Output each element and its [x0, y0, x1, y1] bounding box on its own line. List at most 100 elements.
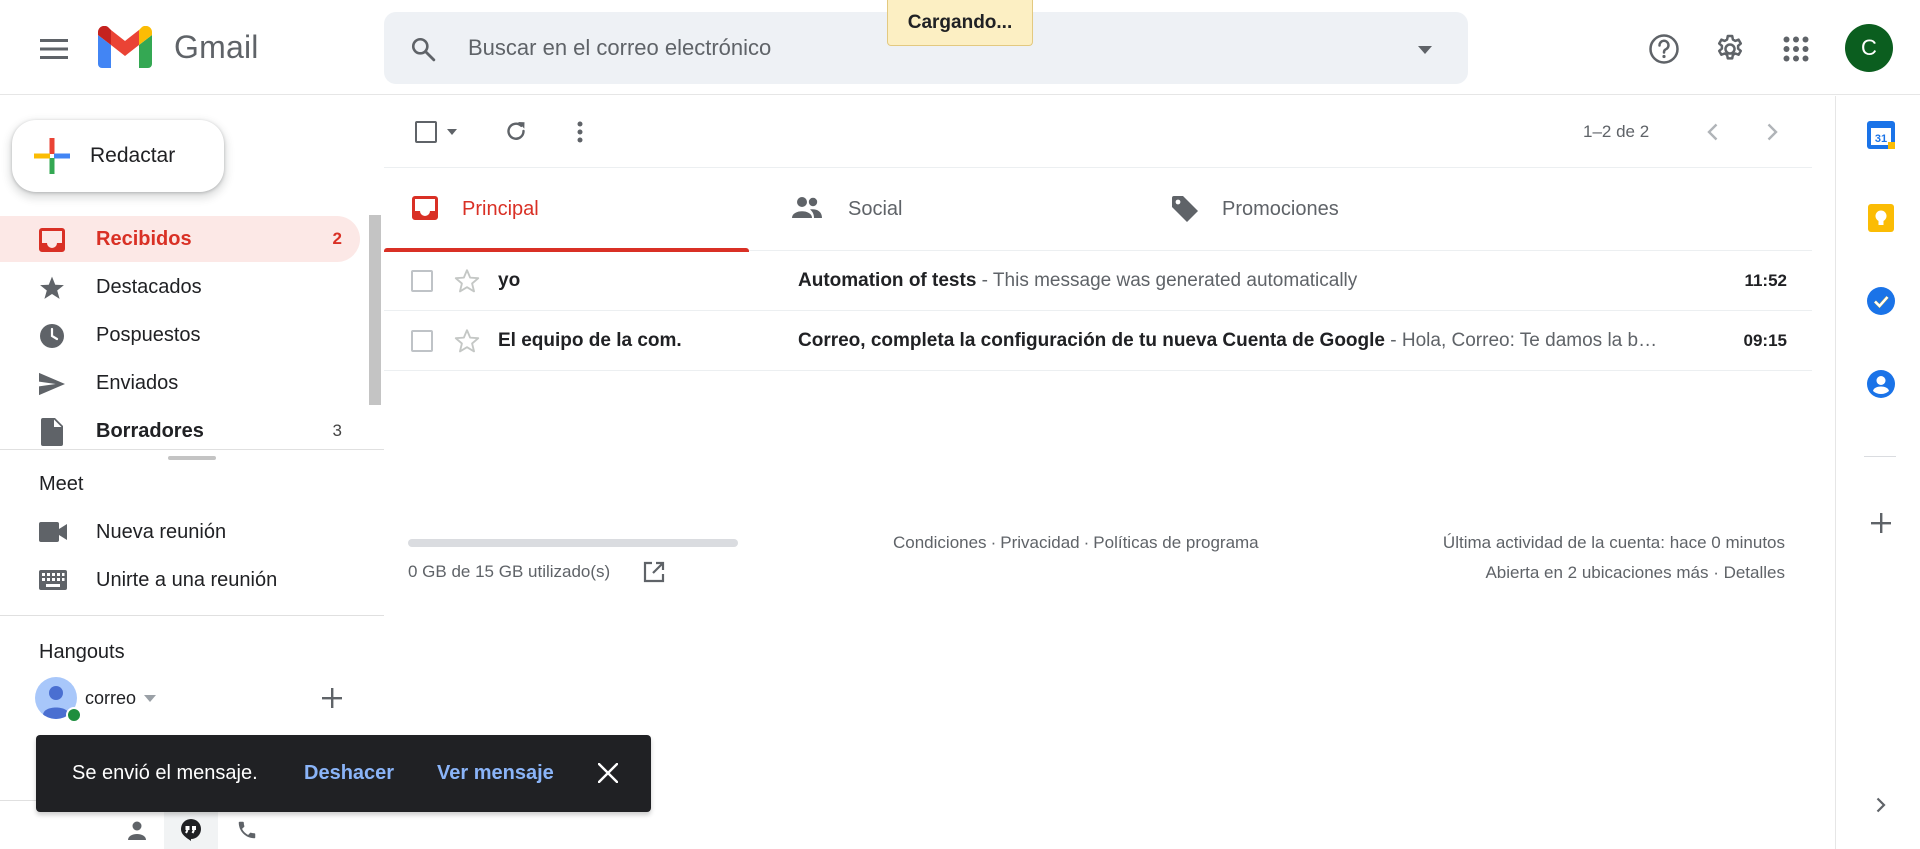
- help-button[interactable]: [1640, 25, 1688, 73]
- terms-link[interactable]: Condiciones: [893, 533, 987, 552]
- clock-icon: [39, 323, 65, 349]
- tag-icon: [1172, 196, 1198, 222]
- contacts-tab[interactable]: [110, 809, 164, 849]
- chevron-right-icon: [1767, 123, 1778, 141]
- refresh-icon: [507, 122, 525, 140]
- email-snippet: - This message was generated automatical…: [976, 269, 1358, 291]
- inbox-icon: [412, 196, 438, 220]
- account-activity-details-link[interactable]: Abierta en 2 ubicaciones más · Detalles: [1485, 563, 1785, 583]
- meet-item-label: Unirte a una reunión: [96, 568, 278, 591]
- select-all-checkbox[interactable]: [410, 112, 462, 152]
- hangouts-user[interactable]: correo: [35, 677, 157, 719]
- email-time: 09:15: [1743, 330, 1787, 350]
- undo-button[interactable]: Deshacer: [304, 762, 394, 785]
- sidebar-scrollbar[interactable]: [369, 215, 381, 405]
- calendar-app-button[interactable]: 31: [1866, 120, 1896, 150]
- star-outline-icon[interactable]: [454, 268, 480, 294]
- resize-handle[interactable]: [168, 456, 216, 460]
- close-icon: [598, 763, 618, 783]
- search-icon[interactable]: [410, 36, 436, 62]
- email-row[interactable]: El equipo de la com. Correo, completa la…: [384, 311, 1812, 371]
- tab-social[interactable]: Social: [764, 168, 1129, 251]
- pagination-status: 1–2 de 2: [1583, 122, 1650, 141]
- more-vertical-icon: [577, 121, 583, 143]
- email-select-checkbox[interactable]: [411, 270, 433, 292]
- sidebar-item-starred[interactable]: Destacados: [0, 264, 360, 310]
- newer-page-button[interactable]: [1692, 112, 1732, 152]
- email-row[interactable]: yo Automation of tests - This message wa…: [384, 251, 1812, 311]
- hangouts-user-name: correo: [85, 687, 137, 708]
- meet-section-title: Meet: [39, 473, 84, 495]
- storage-usage: 0 GB de 15 GB utilizado(s): [408, 562, 611, 581]
- main-menu-button[interactable]: [30, 25, 78, 73]
- refresh-button[interactable]: [496, 112, 536, 152]
- tab-principal[interactable]: Principal: [384, 168, 749, 252]
- last-account-activity: Última actividad de la cuenta: hace 0 mi…: [1442, 533, 1785, 552]
- privacy-link[interactable]: Privacidad: [1000, 533, 1079, 552]
- storage-progress-bar: [408, 539, 738, 547]
- sidebar-item-label: Borradores: [96, 419, 204, 442]
- section-divider: [0, 615, 384, 616]
- view-message-button[interactable]: Ver mensaje: [437, 762, 554, 785]
- tasks-app-button[interactable]: [1866, 286, 1896, 316]
- get-addons-button[interactable]: [1866, 508, 1896, 538]
- keep-bulb-icon: [1868, 204, 1894, 232]
- email-select-checkbox[interactable]: [411, 330, 433, 352]
- meet-new-meeting[interactable]: Nueva reunión: [0, 510, 384, 554]
- sidebar-item-sent[interactable]: Enviados: [0, 360, 360, 406]
- tasks-check-icon: [1867, 287, 1895, 315]
- manage-storage-link[interactable]: [643, 561, 665, 583]
- search-options-chevron-icon[interactable]: [1418, 46, 1432, 54]
- loading-indicator: Cargando...: [887, 0, 1033, 46]
- tab-label: Promociones: [1222, 198, 1339, 220]
- settings-button[interactable]: [1706, 25, 1754, 73]
- gmail-m-icon: [98, 26, 152, 68]
- unread-count: 2: [332, 229, 342, 248]
- checkbox-icon: [415, 121, 437, 143]
- chevron-down-icon: [144, 694, 157, 702]
- more-options-button[interactable]: [560, 112, 600, 152]
- phone-icon: [238, 821, 256, 838]
- contacts-icon: [1867, 370, 1895, 398]
- new-conversation-button[interactable]: [322, 688, 342, 708]
- hangouts-section-title: Hangouts: [39, 641, 125, 663]
- meet-join-meeting[interactable]: Unirte a una reunión: [0, 558, 384, 602]
- chevron-right-icon: [1876, 797, 1886, 813]
- older-page-button[interactable]: [1752, 112, 1792, 152]
- hamburger-icon: [40, 39, 68, 59]
- side-panel-divider: [1864, 456, 1896, 457]
- close-snackbar-button[interactable]: [598, 763, 618, 783]
- program-policies-link[interactable]: Políticas de programa: [1093, 533, 1258, 552]
- gmail-logo[interactable]: Gmail: [98, 26, 259, 68]
- keep-app-button[interactable]: [1866, 203, 1896, 233]
- conversations-tab[interactable]: [164, 809, 218, 849]
- tab-label: Social: [848, 198, 903, 220]
- section-divider: [0, 449, 384, 450]
- open-in-new-icon: [643, 561, 665, 583]
- tab-promociones[interactable]: Promociones: [1144, 168, 1509, 251]
- plus-icon: [1871, 513, 1891, 533]
- sidebar-item-inbox[interactable]: Recibidos 2: [0, 216, 360, 262]
- compose-plus-icon: [34, 138, 70, 174]
- apps-grid-icon: [1783, 36, 1809, 62]
- draft-icon: [39, 418, 65, 446]
- email-snippet: - Hola, Correo: Te damos la bienvenida a…: [1390, 329, 1658, 351]
- sidebar-item-snoozed[interactable]: Pospuestos: [0, 312, 360, 358]
- apps-button[interactable]: [1772, 25, 1820, 73]
- keyboard-icon: [39, 568, 67, 592]
- people-icon: [792, 196, 822, 218]
- account-avatar[interactable]: C: [1845, 24, 1893, 72]
- contacts-app-button[interactable]: [1866, 369, 1896, 399]
- star-outline-icon[interactable]: [454, 328, 480, 354]
- sidebar-item-drafts[interactable]: Borradores 3: [0, 408, 360, 454]
- video-camera-icon: [39, 520, 67, 544]
- compose-button[interactable]: Redactar: [12, 120, 224, 192]
- calls-tab[interactable]: [220, 809, 274, 849]
- help-icon: [1649, 34, 1679, 64]
- footer-links: Condiciones · Privacidad · Políticas de prog…: [893, 533, 1259, 552]
- sidebar-item-label: Enviados: [96, 371, 179, 394]
- sidebar-item-label: Destacados: [96, 275, 202, 298]
- svg-text:31: 31: [1875, 133, 1887, 145]
- expand-side-panel-button[interactable]: [1866, 790, 1896, 820]
- meet-item-label: Nueva reunión: [96, 520, 227, 543]
